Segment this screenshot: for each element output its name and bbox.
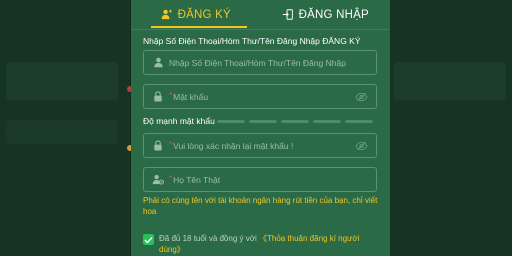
password-strength-label: Độ mạnh mật khẩu bbox=[143, 116, 215, 126]
required-mark: * bbox=[169, 174, 173, 183]
realname-hint: Phải có cùng tên với tài khoản ngân hàng… bbox=[143, 196, 378, 216]
strength-segment bbox=[281, 120, 309, 123]
eye-off-icon[interactable] bbox=[350, 92, 372, 102]
agreement-prefix: Đã đủ 18 tuổi và đồng ý với bbox=[159, 234, 257, 243]
auth-tabs: ĐĂNG KÝ ĐĂNG NHẬP bbox=[131, 0, 390, 29]
lock-icon bbox=[147, 91, 169, 102]
agree-checkbox[interactable] bbox=[143, 234, 154, 245]
eye-off-icon[interactable] bbox=[350, 141, 372, 151]
tab-register[interactable]: ĐĂNG KÝ bbox=[131, 0, 261, 29]
register-modal: ĐĂNG KÝ ĐĂNG NHẬP Nhập Số Điện Thoại/Hòm… bbox=[131, 0, 390, 256]
check-icon bbox=[144, 236, 153, 244]
tab-login[interactable]: ĐĂNG NHẬP bbox=[261, 0, 391, 29]
password-field[interactable]: * bbox=[143, 84, 377, 109]
account-section-label: Nhập Số Điện Thoại/Hòm Thư/Tên Đăng Nhập… bbox=[143, 36, 361, 46]
password-strength: Độ mạnh mật khẩu bbox=[143, 116, 383, 126]
required-mark: * bbox=[169, 140, 173, 149]
confirm-password-input[interactable] bbox=[173, 140, 350, 151]
tab-login-label: ĐĂNG NHẬP bbox=[298, 8, 369, 21]
tabs-divider bbox=[131, 29, 390, 30]
background-right-panel bbox=[382, 0, 512, 256]
background-banner-right bbox=[394, 62, 506, 100]
confirm-password-field[interactable]: * bbox=[143, 133, 377, 158]
strength-segment bbox=[345, 120, 373, 123]
background-banner bbox=[6, 62, 118, 100]
user-icon bbox=[147, 57, 169, 68]
required-mark: * bbox=[169, 91, 173, 100]
agreement-row: Đã đủ 18 tuổi và đồng ý với 《Thỏa thuận … bbox=[143, 233, 379, 255]
id-user-icon bbox=[147, 174, 169, 185]
background-row bbox=[6, 120, 118, 144]
password-input[interactable] bbox=[173, 91, 350, 102]
active-tab-indicator bbox=[151, 26, 247, 28]
login-door-icon bbox=[282, 9, 293, 20]
account-field[interactable] bbox=[143, 50, 377, 75]
tab-register-label: ĐĂNG KÝ bbox=[177, 8, 231, 21]
account-input[interactable] bbox=[169, 57, 376, 68]
strength-segment bbox=[249, 120, 277, 123]
user-plus-icon bbox=[161, 9, 172, 20]
lock-icon bbox=[147, 140, 169, 151]
realname-field[interactable]: * bbox=[143, 167, 377, 192]
agreement-text: Đã đủ 18 tuổi và đồng ý với 《Thỏa thuận … bbox=[159, 233, 379, 255]
strength-segment bbox=[217, 120, 245, 123]
realname-input[interactable] bbox=[173, 174, 376, 185]
strength-segment bbox=[313, 120, 341, 123]
